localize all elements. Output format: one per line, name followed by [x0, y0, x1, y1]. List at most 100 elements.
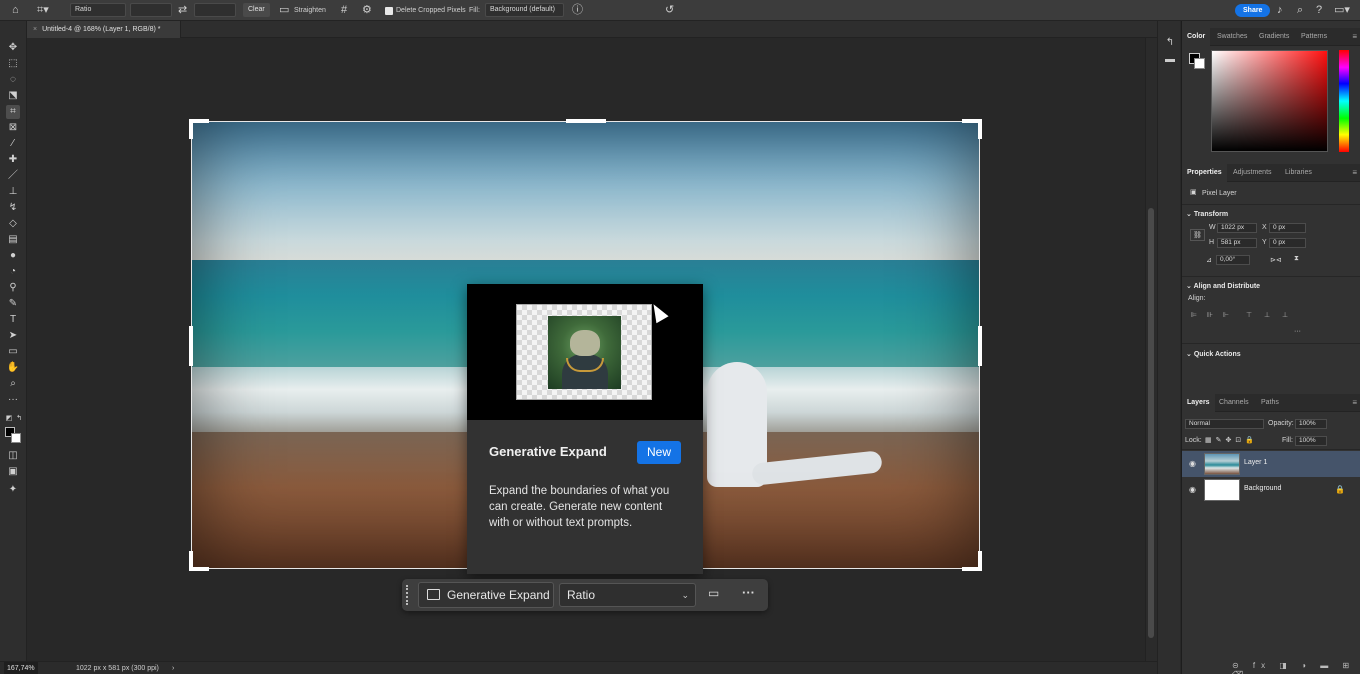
lock-icon[interactable]: 🔒	[1335, 485, 1345, 494]
tab-channels[interactable]: Channels	[1214, 394, 1254, 412]
y-field[interactable]: 0 px	[1269, 238, 1306, 248]
tab-paths[interactable]: Paths	[1256, 394, 1284, 412]
marquee-tool-icon[interactable]: ⬚	[6, 57, 20, 71]
dodge-tool-icon[interactable]: ◔	[6, 265, 20, 279]
vertical-scroll-thumb[interactable]	[1148, 208, 1154, 638]
link-icon[interactable]: ⛓	[1190, 229, 1205, 241]
ratio-width-field[interactable]	[130, 3, 172, 17]
align-middle-icon[interactable]: ⊥	[1264, 311, 1273, 319]
tab-properties[interactable]: Properties	[1182, 164, 1227, 182]
move-tool-icon[interactable]: ✥	[6, 41, 20, 55]
fill-field[interactable]: 100%	[1295, 436, 1327, 446]
flip-vertical-icon[interactable]: ⧗	[1294, 255, 1299, 263]
tab-libraries[interactable]: Libraries	[1280, 164, 1317, 182]
layers-footer-actions[interactable]: ⊝ fx ◨ ◑ ▬ ⊞ ⌫	[1232, 661, 1360, 674]
height-field[interactable]: 581 px	[1217, 238, 1257, 248]
ratio-preset-select[interactable]: Ratio	[70, 3, 126, 17]
close-icon[interactable]: ×	[33, 26, 37, 33]
screen-mode-icon[interactable]: ▣	[6, 465, 20, 479]
object-select-tool-icon[interactable]: ⬔	[6, 89, 20, 103]
drag-handle-icon[interactable]	[406, 585, 411, 605]
more-align-icon[interactable]: ···	[1294, 328, 1301, 335]
blend-mode-select[interactable]: Normal	[1185, 419, 1264, 429]
comments-icon[interactable]: ▬	[1164, 54, 1176, 66]
width-field[interactable]: 1022 px	[1217, 223, 1257, 233]
share-button[interactable]: Share	[1235, 4, 1271, 17]
panel-menu-icon[interactable]: ≡	[1352, 164, 1357, 182]
help-icon[interactable]: ?	[1316, 3, 1322, 18]
visibility-eye-icon[interactable]: ◉	[1189, 485, 1196, 494]
tab-patterns[interactable]: Patterns	[1296, 28, 1332, 46]
lasso-tool-icon[interactable]: ◌	[6, 73, 20, 87]
layer-row[interactable]: ◉ Background 🔒	[1182, 477, 1360, 503]
home-icon[interactable]: ⌂	[12, 3, 19, 18]
crop-handle-right-middle[interactable]	[978, 326, 982, 366]
fill-select[interactable]: Background (default)	[485, 3, 564, 17]
straighten-label[interactable]: Straighten	[294, 3, 326, 18]
type-tool-icon[interactable]: T	[6, 313, 20, 327]
swap-colors-icon[interactable]: ↰	[12, 412, 26, 426]
more-options-icon[interactable]: ···	[742, 586, 755, 600]
align-bottom-icon[interactable]: ⊥	[1282, 311, 1291, 319]
healing-brush-tool-icon[interactable]: ✚	[6, 153, 20, 167]
straighten-icon[interactable]: ▭	[279, 3, 289, 18]
crop-tool-preset-icon[interactable]: ⌗▾	[37, 3, 49, 18]
crop-handle-bottom-left-v[interactable]	[189, 551, 193, 571]
crop-handle-top-left-v[interactable]	[189, 119, 193, 139]
ratio-height-field[interactable]	[194, 3, 236, 17]
align-right-icon[interactable]: ⊩	[1223, 311, 1232, 319]
path-select-tool-icon[interactable]: ➤	[6, 329, 20, 343]
tab-swatches[interactable]: Swatches	[1212, 28, 1252, 46]
history-brush-tool-icon[interactable]: ↯	[6, 201, 20, 215]
rectangle-tool-icon[interactable]: ▭	[6, 345, 20, 359]
angle-field[interactable]: 0,00°	[1216, 255, 1250, 265]
gear-icon[interactable]: ⚙	[362, 3, 372, 18]
crop-handle-top-middle[interactable]	[566, 119, 606, 123]
tab-adjustments[interactable]: Adjustments	[1228, 164, 1277, 182]
crop-handle-left-middle[interactable]	[189, 326, 193, 366]
quick-mask-icon[interactable]: ◫	[6, 449, 20, 463]
pen-tool-icon[interactable]: ✎	[6, 297, 20, 311]
smudge-tool-icon[interactable]: ⚲	[6, 281, 20, 295]
generative-expand-button[interactable]: Generative Expand	[418, 582, 554, 608]
search-icon[interactable]: ⌕	[1297, 3, 1303, 18]
layer-row[interactable]: ◉ Layer 1	[1182, 451, 1360, 477]
panel-menu-icon[interactable]: ≡	[1352, 394, 1357, 412]
tab-color[interactable]: Color	[1182, 28, 1211, 46]
zoom-level[interactable]: 167,74%	[4, 662, 38, 674]
canvas-workspace[interactable]: Generative Expand New Expand the boundar…	[27, 38, 1145, 661]
transform-heading[interactable]: ⌄ Transform	[1186, 210, 1228, 218]
info-icon[interactable]: ⓘ	[572, 3, 583, 18]
gradient-tool-icon[interactable]: ▤	[6, 233, 20, 247]
overlay-grid-icon[interactable]: #	[341, 3, 347, 18]
document-tab[interactable]: × Untitled-4 @ 168% (Layer 1, RGB/8) *	[27, 21, 181, 38]
clone-stamp-tool-icon[interactable]: ⊥	[6, 185, 20, 199]
align-heading[interactable]: ⌄ Align and Distribute	[1186, 282, 1260, 290]
clear-button[interactable]: Clear	[243, 3, 270, 17]
more-tools-icon[interactable]: ···	[6, 393, 20, 407]
blur-tool-icon[interactable]: ●	[6, 249, 20, 263]
hue-slider[interactable]	[1339, 50, 1349, 152]
quick-actions-heading[interactable]: ⌄ Quick Actions	[1186, 350, 1241, 358]
panel-menu-icon[interactable]: ≡	[1352, 28, 1357, 46]
tab-gradients[interactable]: Gradients	[1254, 28, 1294, 46]
tab-layers[interactable]: Layers	[1182, 394, 1215, 412]
x-field[interactable]: 0 px	[1269, 223, 1306, 233]
vertical-scrollbar[interactable]	[1145, 38, 1157, 661]
align-left-icon[interactable]: ⊫	[1191, 311, 1200, 319]
color-picker-field[interactable]	[1211, 50, 1328, 152]
delete-cropped-checkbox[interactable]	[385, 7, 393, 15]
crop-tool-icon[interactable]: ⌗	[6, 105, 20, 119]
brush-tool-icon[interactable]: ／	[6, 169, 20, 183]
opacity-field[interactable]: 100%	[1295, 419, 1327, 429]
undo-icon[interactable]: ↺	[665, 3, 674, 18]
eyedropper-tool-icon[interactable]: ⁄	[6, 137, 20, 151]
zoom-tool-icon[interactable]: ⌕	[6, 377, 20, 391]
workspace-icon[interactable]: ▭▾	[1334, 3, 1350, 18]
crop-handle-bottom-right-v[interactable]	[978, 551, 982, 571]
align-center-icon[interactable]: ⊪	[1207, 311, 1216, 319]
history-icon[interactable]: ↰	[1164, 37, 1176, 49]
visibility-eye-icon[interactable]: ◉	[1189, 459, 1196, 468]
flip-horizontal-icon[interactable]: ⊳⊲	[1270, 256, 1282, 264]
crop-handle-top-right-v[interactable]	[978, 119, 982, 139]
